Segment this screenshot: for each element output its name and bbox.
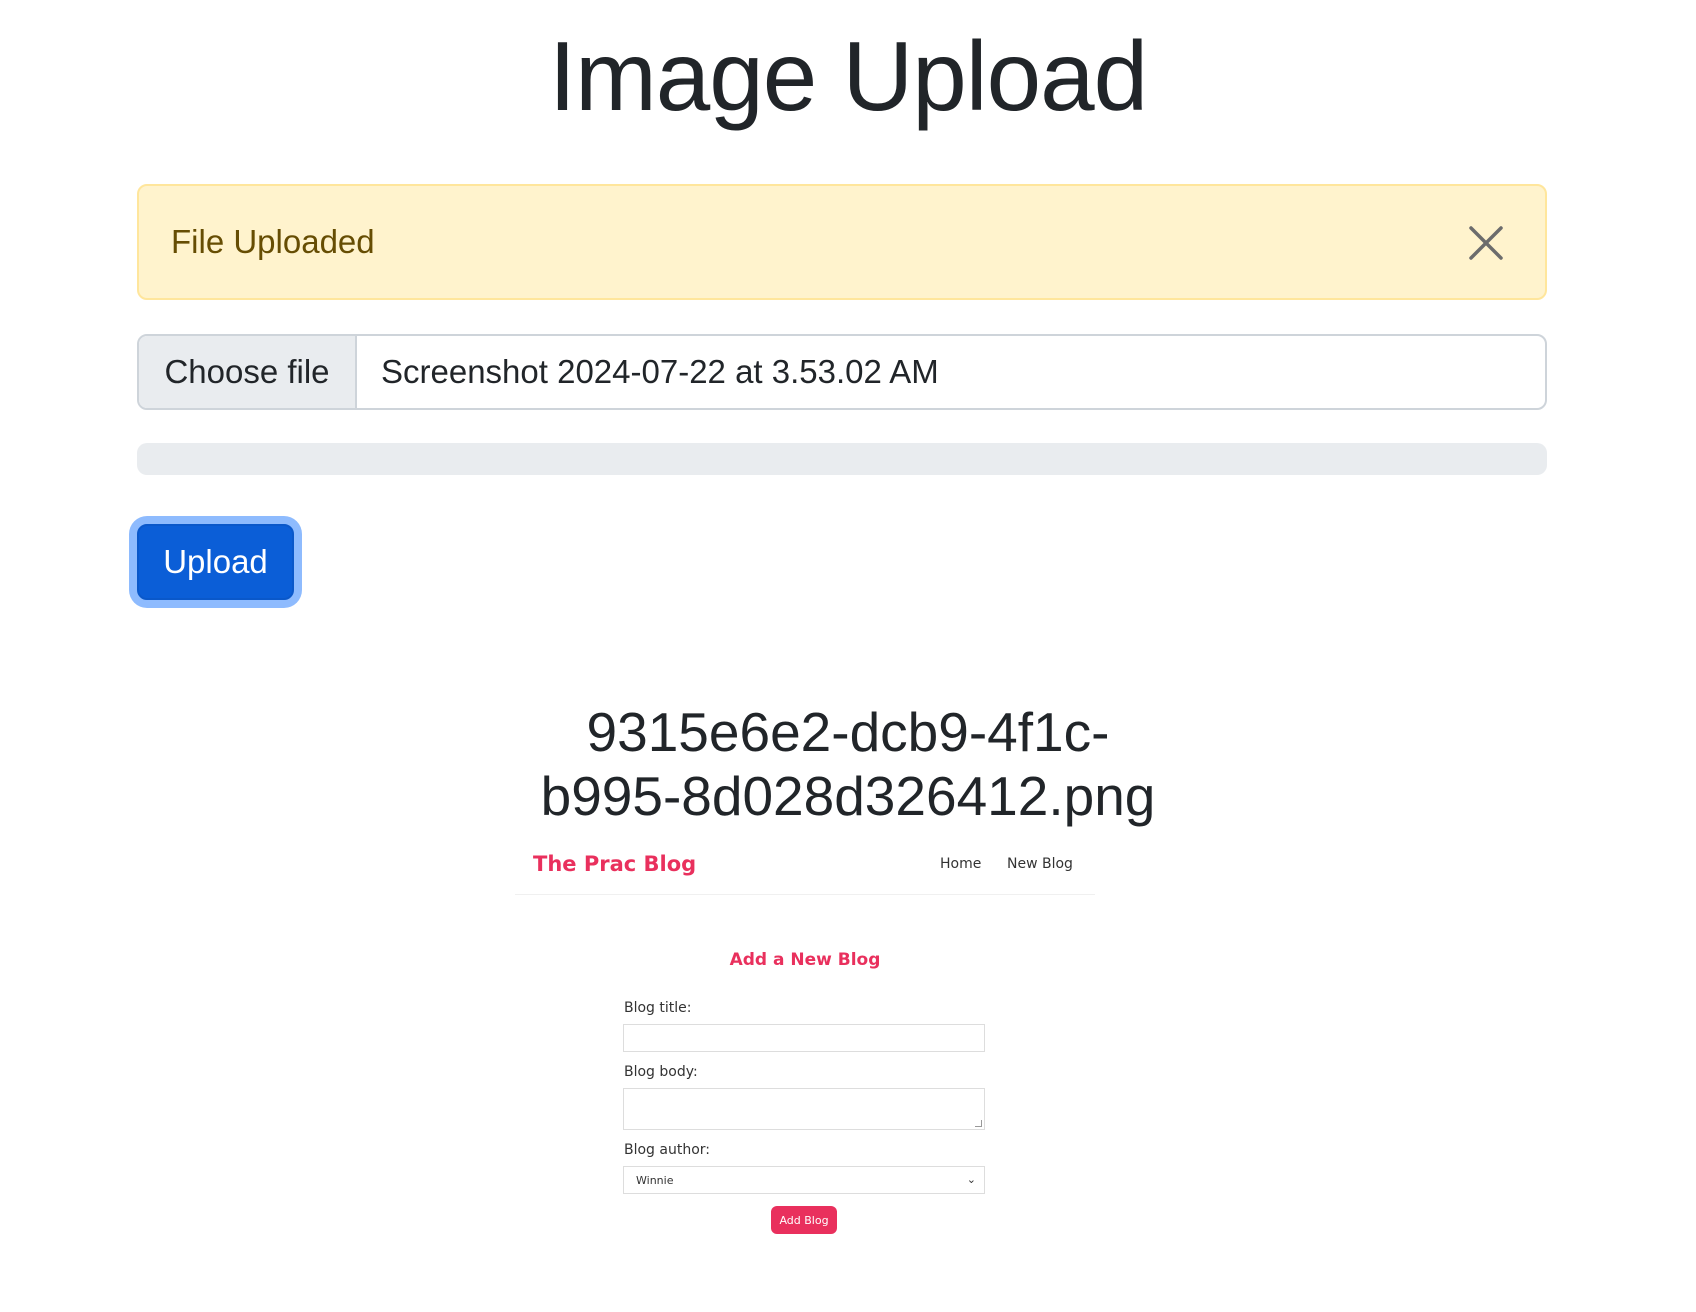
uploaded-file-name-line2: b995-8d028d326412.png [540, 765, 1156, 827]
preview-nav-new-blog: New Blog [1007, 856, 1073, 872]
preview-title-input [623, 1024, 985, 1052]
preview-author-select: Winnie ⌄ [623, 1166, 985, 1194]
preview-title-label: Blog title: [624, 1000, 692, 1016]
preview-author-selected: Winnie [636, 1173, 674, 1187]
selected-file-name: Screenshot 2024-07-22 at 3.53.02 AM [381, 353, 939, 390]
uploaded-image-preview: The Prac Blog Home New Blog Add a New Bl… [515, 838, 1095, 1248]
upload-button[interactable]: Upload [137, 524, 294, 600]
choose-file-button[interactable]: Choose file [139, 336, 357, 408]
upload-alert: File Uploaded [137, 184, 1547, 300]
preview-brand: The Prac Blog [533, 852, 697, 876]
upload-progress-bar [137, 443, 1547, 475]
alert-message: File Uploaded [171, 223, 375, 260]
preview-author-label: Blog author: [624, 1142, 711, 1158]
chevron-down-icon: ⌄ [966, 1173, 976, 1186]
close-icon[interactable] [1467, 224, 1505, 262]
preview-navbar: The Prac Blog Home New Blog [515, 838, 1095, 895]
file-input[interactable]: Choose file Screenshot 2024-07-22 at 3.5… [137, 334, 1547, 410]
page: Image Upload File Uploaded Choose file S… [0, 0, 1696, 1312]
preview-body-label: Blog body: [624, 1064, 698, 1080]
preview-heading: Add a New Blog [729, 950, 881, 970]
uploaded-file-name-line1: 9315e6e2-dcb9-4f1c- [586, 701, 1110, 763]
preview-add-blog-button: Add Blog [771, 1206, 837, 1234]
preview-body-textarea [623, 1088, 985, 1130]
resize-handle-icon [975, 1120, 982, 1127]
uploaded-file-name: 9315e6e2-dcb9-4f1c- b995-8d028d326412.pn… [0, 700, 1696, 828]
page-title: Image Upload [548, 21, 1148, 131]
preview-nav-home: Home [940, 856, 982, 872]
